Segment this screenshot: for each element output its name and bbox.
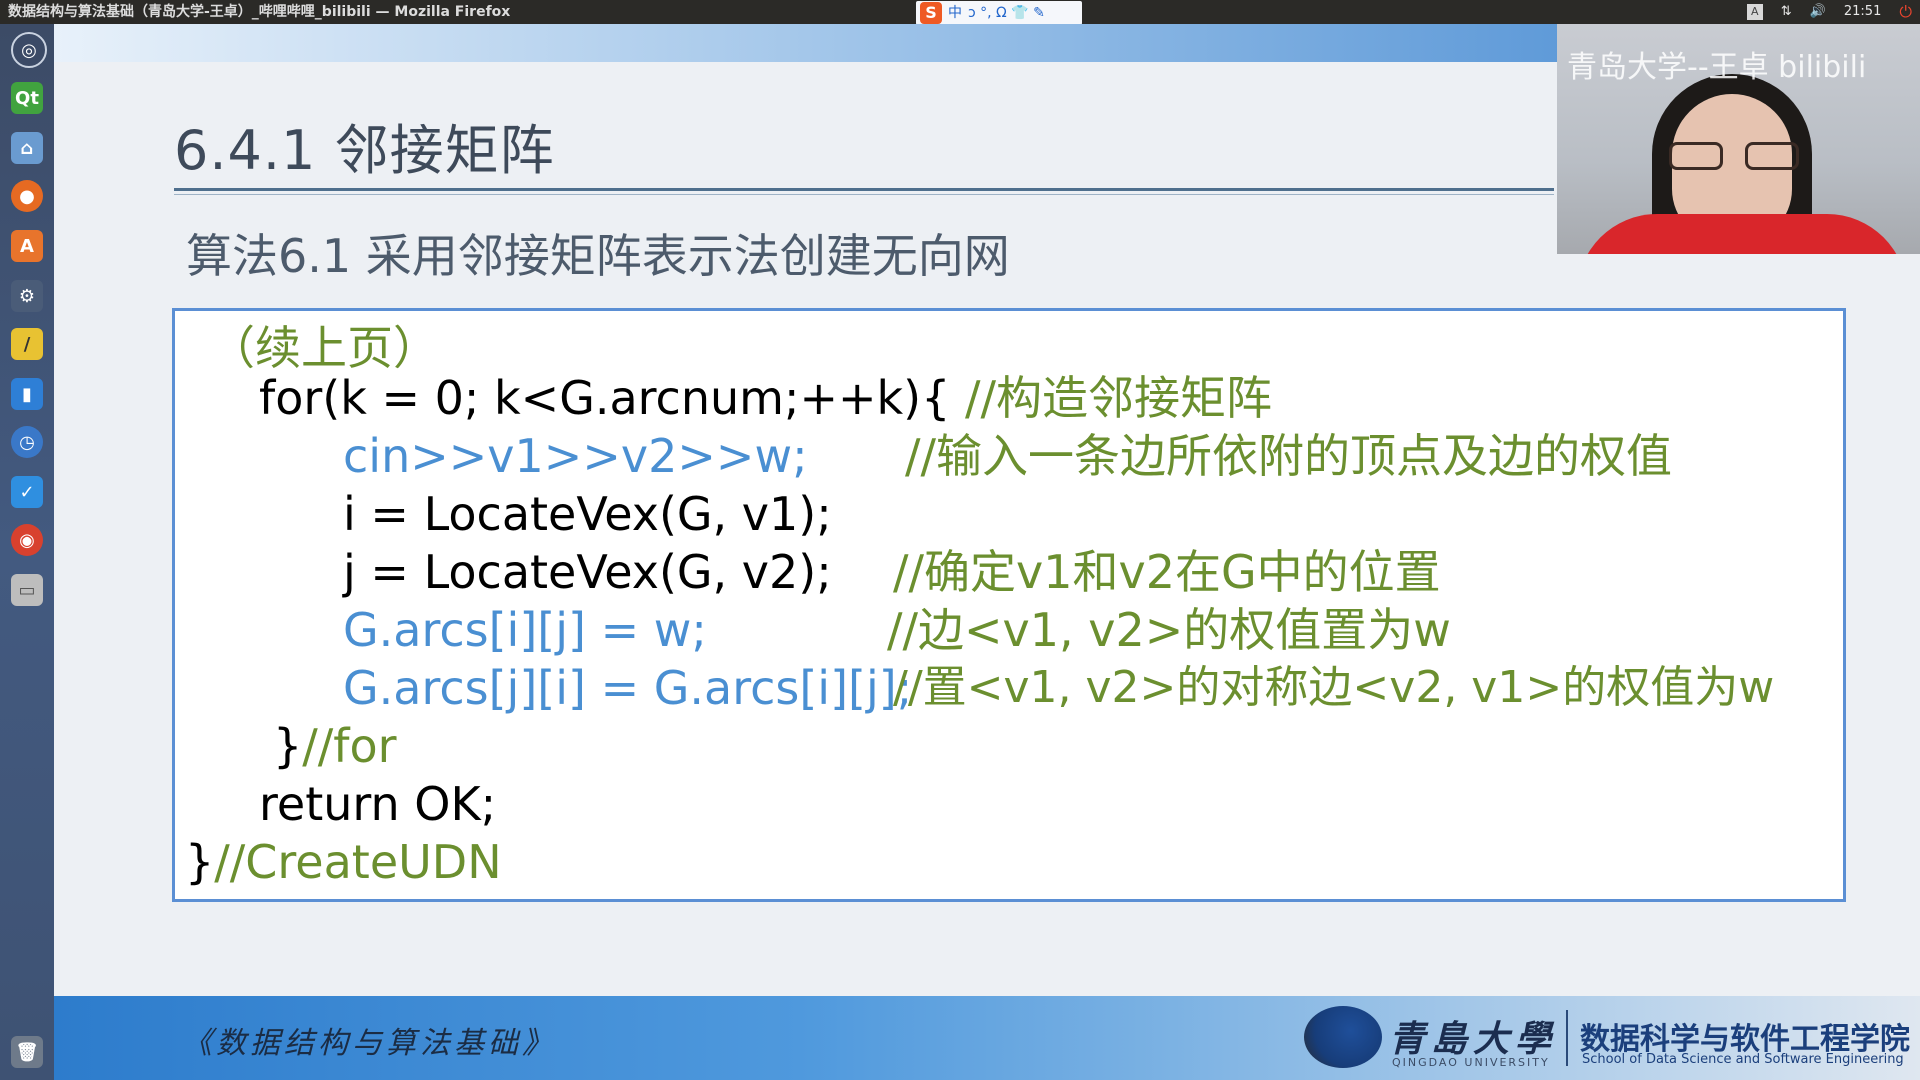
sogou-logo-icon[interactable]: S	[920, 2, 942, 24]
code-line-end-for: }//for	[273, 717, 397, 775]
input-method-toolbar[interactable]: S 中 ↄ °, Ω 👕 ✎	[916, 1, 1082, 25]
software-center-icon[interactable]: A	[11, 230, 43, 262]
code-comment: //边<v1, v2>的权值置为w	[887, 603, 1451, 657]
firefox-icon[interactable]: ●	[11, 180, 43, 212]
code-comment: //确定v1和v2在G中的位置	[893, 545, 1441, 599]
system-monitor-icon[interactable]: ▮	[11, 378, 43, 410]
slide-subtitle: 算法6.1 采用邻接矩阵表示法创建无向网	[186, 229, 1010, 283]
video-watermark: 青岛大学--王卓 bilibili	[1567, 50, 1867, 85]
ubuntu-dash-icon[interactable]: ◎	[11, 32, 47, 68]
window-title: 数据结构与算法基础（青岛大学-王卓）_哔哩哔哩_bilibili — Mozil…	[8, 4, 511, 20]
ime-mode-toggle[interactable]: 中	[948, 1, 962, 25]
files-icon[interactable]: ⌂	[11, 132, 43, 164]
clock-icon[interactable]: ◷	[11, 426, 43, 458]
code-comment: //CreateUDN	[214, 835, 502, 889]
slide-title: 6.4.1 邻接矩阵	[174, 119, 555, 182]
title-divider	[174, 188, 1554, 191]
code-line-arcs-ji: G.arcs[j][i] = G.arcs[i][j];	[343, 661, 913, 715]
presenter-body	[1577, 214, 1907, 254]
code-line-cin: cin>>v1>>v2>>w;	[343, 429, 808, 483]
volume-icon[interactable]: 🔊	[1810, 0, 1826, 24]
university-name: 青島大學	[1389, 1018, 1558, 1060]
qt-creator-icon[interactable]: Qt	[11, 82, 43, 114]
university-logo-icon	[1304, 1006, 1382, 1068]
code-brace: }	[185, 835, 215, 889]
keyboard-layout-icon[interactable]: A	[1746, 4, 1763, 20]
code-box: （续上页） for(k = 0; k<G.arcnum;++k){ //构造邻接…	[172, 308, 1846, 902]
code-comment: //for	[302, 719, 397, 773]
book-title: 《数据结构与算法基础》	[182, 1026, 556, 1061]
slide-footer: 《数据结构与算法基础》 青島大學 QINGDAO UNIVERSITY 数据科学…	[54, 996, 1920, 1080]
code-comment: //输入一条边所依附的顶点及边的权值	[905, 429, 1672, 483]
code-comment: //构造邻接矩阵	[965, 371, 1273, 425]
code-line-arcs-ij: G.arcs[i][j] = w;	[343, 603, 707, 657]
trash-icon[interactable]: 🗑	[11, 1036, 43, 1068]
code-line-locate-j: j = LocateVex(G, v2);	[343, 545, 832, 599]
university-name-en: QINGDAO UNIVERSITY	[1392, 1056, 1550, 1069]
code-comment: //置<v1, v2>的对称边<v2, v1>的权值为w	[893, 662, 1775, 713]
code-line-return: return OK;	[259, 777, 497, 831]
system-top-bar: 数据结构与算法基础（青岛大学-王卓）_哔哩哔哩_bilibili — Mozil…	[0, 0, 1920, 25]
webcam-overlay: 青岛大学--王卓 bilibili	[1557, 24, 1920, 254]
chrome-icon[interactable]: ◉	[11, 524, 43, 556]
clock-text[interactable]: 21:51	[1844, 0, 1881, 24]
footer-divider	[1566, 1010, 1568, 1066]
disk-icon[interactable]: ▭	[11, 574, 43, 606]
notes-icon[interactable]: ✓	[11, 476, 43, 508]
code-line-for: for(k = 0; k<G.arcnum;++k){ //构造邻接矩阵	[259, 369, 1272, 427]
power-icon[interactable]: ⏻	[1899, 0, 1912, 24]
settings-icon[interactable]: ⚙	[11, 280, 43, 312]
title-divider-thin	[174, 194, 1554, 195]
code-for-statement: for(k = 0; k<G.arcnum;++k){	[259, 371, 951, 425]
unity-launcher: ◎ Qt ⌂ ● A ⚙ / ▮ ◷ ✓ ◉ ▭ 🗑	[0, 24, 54, 1080]
network-icon[interactable]: ⇅	[1781, 0, 1792, 24]
ime-tools-icon[interactable]: ↄ °, Ω 👕 ✎	[968, 1, 1045, 25]
code-line-locate-i: i = LocateVex(G, v1);	[343, 487, 832, 541]
text-editor-icon[interactable]: /	[11, 328, 43, 360]
school-name-en: School of Data Science and Software Engi…	[1582, 1052, 1904, 1067]
presenter-glasses	[1669, 142, 1799, 172]
code-line-end-func: }//CreateUDN	[185, 833, 502, 891]
code-brace: }	[273, 719, 303, 773]
system-tray: A ⇅ 🔊 21:51 ⏻	[1746, 0, 1912, 24]
